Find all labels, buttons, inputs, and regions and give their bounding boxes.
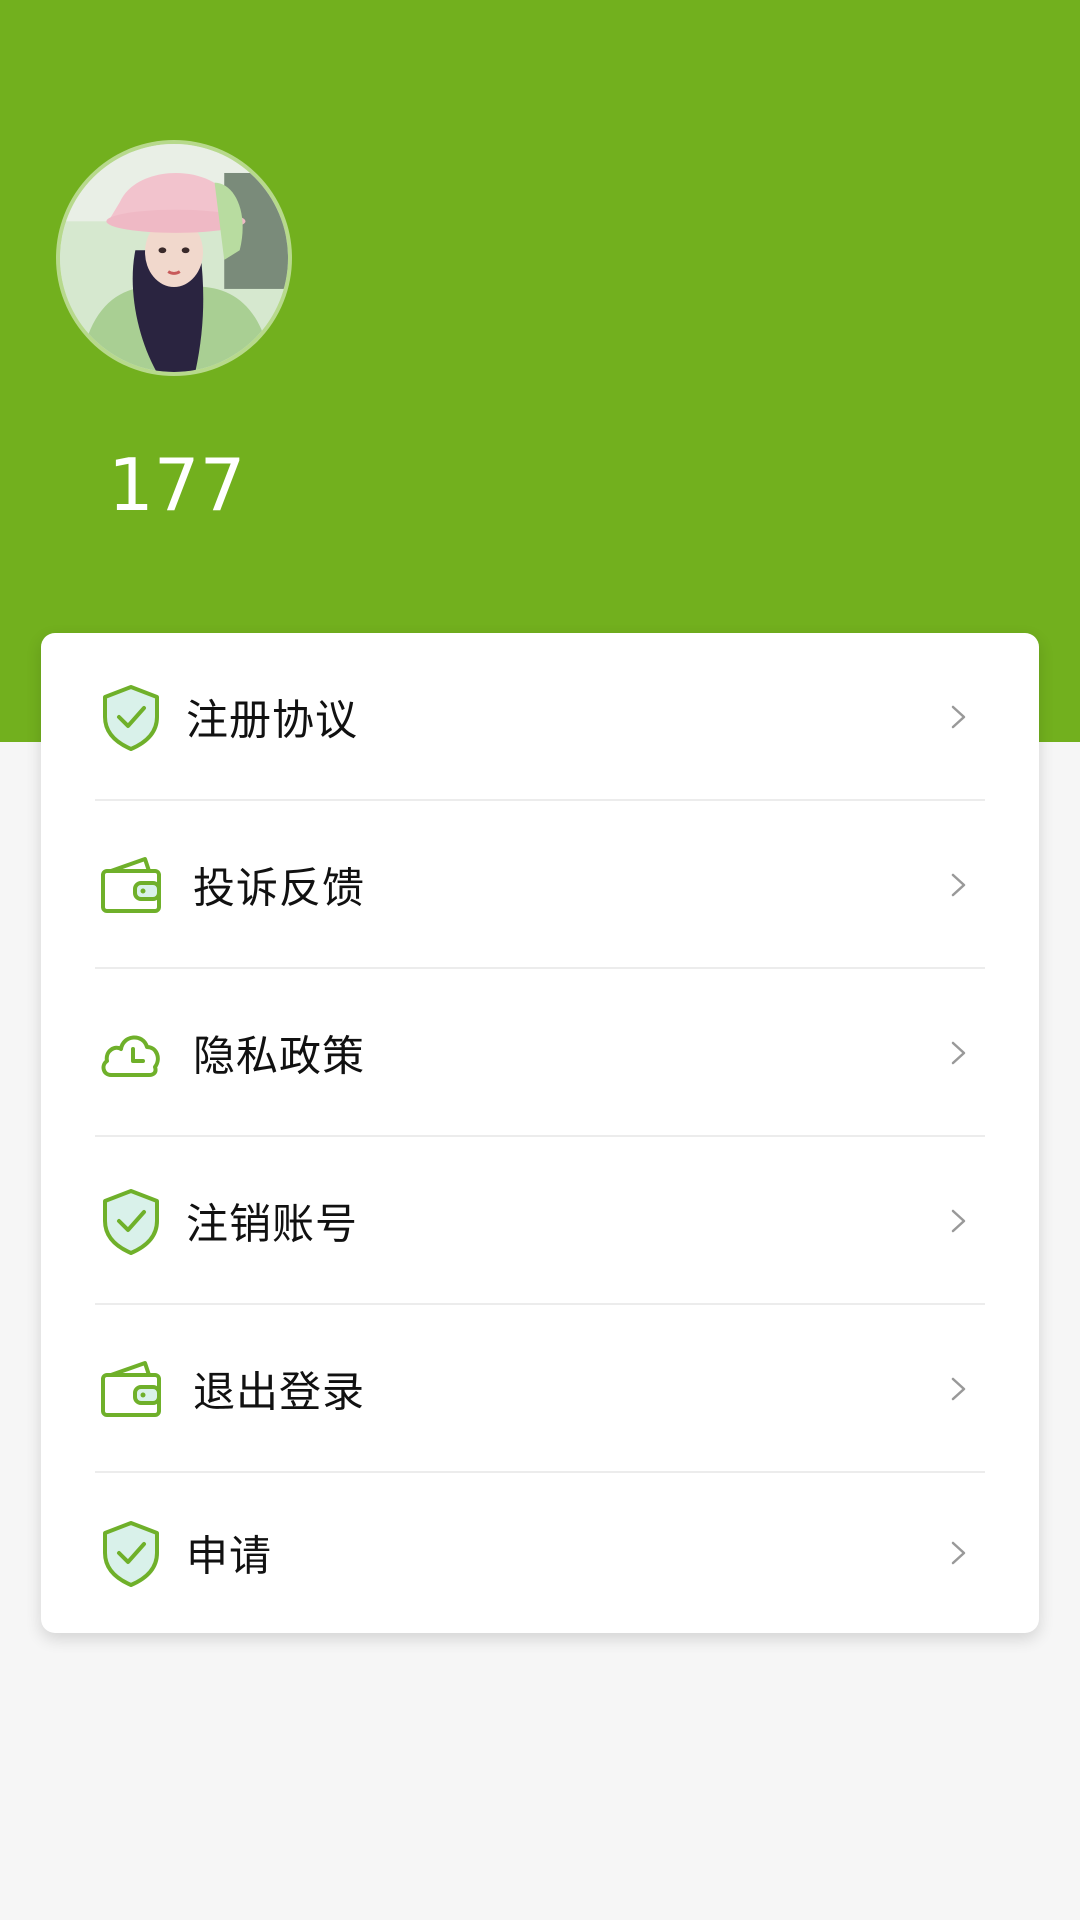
chevron-right-icon xyxy=(949,1375,969,1403)
chevron-right-icon xyxy=(949,1207,969,1235)
avatar[interactable] xyxy=(56,140,292,376)
wallet-icon xyxy=(97,851,165,919)
shield-check-icon xyxy=(97,1187,165,1255)
menu-item-label: 退出登录 xyxy=(193,1367,366,1417)
menu-item-label: 注册协议 xyxy=(186,695,359,745)
shield-check-icon xyxy=(97,1519,165,1587)
menu-item-delete-account[interactable]: 注销账号 xyxy=(41,1137,1039,1305)
chevron-right-icon xyxy=(949,703,969,731)
shield-check-icon xyxy=(97,683,165,751)
menu-card: 注册协议 投诉反馈 隐私政策 注销账号 退出登录 申请 xyxy=(41,633,1039,1633)
menu-item-label: 隐私政策 xyxy=(193,1031,366,1081)
wallet-icon xyxy=(97,1355,165,1423)
menu-item-privacy-policy[interactable]: 隐私政策 xyxy=(41,969,1039,1137)
username: 177 xyxy=(108,443,246,527)
menu-item-label: 注销账号 xyxy=(186,1199,359,1249)
cloud-clock-icon xyxy=(97,1019,165,1087)
menu-item-label: 投诉反馈 xyxy=(193,863,366,913)
avatar-photo xyxy=(60,144,288,372)
menu-item-logout[interactable]: 退出登录 xyxy=(41,1305,1039,1473)
menu-item-complaint-feedback[interactable]: 投诉反馈 xyxy=(41,801,1039,969)
menu-item-label: 申请 xyxy=(186,1531,273,1581)
chevron-right-icon xyxy=(949,1039,969,1067)
menu-item-registration-agreement[interactable]: 注册协议 xyxy=(41,633,1039,801)
chevron-right-icon xyxy=(949,1539,969,1567)
chevron-right-icon xyxy=(949,871,969,899)
menu-item-apply[interactable]: 申请 xyxy=(41,1473,1039,1633)
